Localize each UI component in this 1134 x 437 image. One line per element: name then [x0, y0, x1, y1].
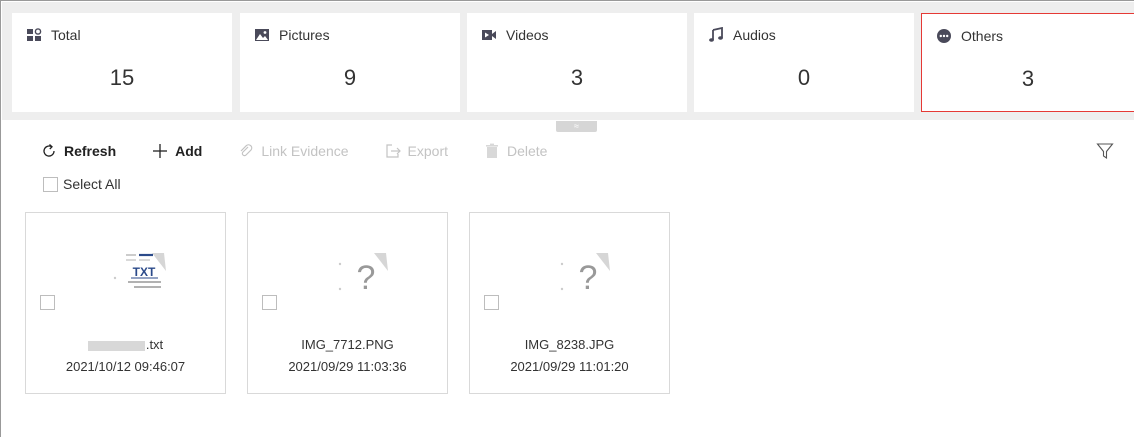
- refresh-icon: [43, 144, 55, 157]
- stat-label: Audios: [733, 27, 776, 43]
- stat-card-pictures[interactable]: Pictures 9: [240, 13, 460, 112]
- delete-button[interactable]: Delete: [484, 143, 547, 159]
- thumb-text: ?: [579, 259, 598, 297]
- file-card[interactable]: TXT .txt 2021/10/12 09:46:07: [25, 212, 226, 394]
- audios-icon: [709, 27, 723, 42]
- select-all-checkbox[interactable]: [43, 176, 58, 192]
- collapse-toggle[interactable]: ≈: [556, 121, 597, 132]
- stat-label: Total: [51, 27, 81, 43]
- file-name: IMG_7712.PNG: [301, 337, 394, 352]
- link-evidence-label: Link Evidence: [261, 143, 349, 159]
- unknown-file-icon: ?: [338, 253, 388, 297]
- redacted-block: [87, 340, 145, 351]
- stat-label: Videos: [506, 27, 549, 43]
- filter-icon[interactable]: [1096, 142, 1114, 160]
- file-card[interactable]: ? IMG_7712.PNG 2021/09/29 11:03:36: [247, 212, 448, 394]
- export-label: Export: [407, 143, 448, 159]
- delete-label: Delete: [507, 143, 548, 159]
- link-icon: [240, 144, 253, 157]
- thumb-text: TXT: [133, 265, 156, 279]
- file-date: 2021/10/12 09:46:07: [65, 359, 186, 374]
- stat-card-total[interactable]: Total 15: [12, 13, 232, 112]
- trash-icon: [486, 143, 498, 158]
- file-checkbox[interactable]: [262, 295, 277, 310]
- unknown-file-icon: ?: [560, 253, 610, 297]
- stat-label: Others: [961, 28, 1004, 44]
- select-all[interactable]: Select All: [43, 176, 121, 192]
- export-icon: [385, 144, 401, 158]
- total-icon: [27, 28, 42, 41]
- stat-value: 9: [343, 65, 357, 90]
- file-name: IMG_8238.JPG: [524, 337, 615, 352]
- file-checkbox[interactable]: [484, 295, 499, 310]
- page-frame: Total 15 Pictures 9 Videos 3 Audios 0 Ot…: [0, 0, 1134, 437]
- stat-value: 0: [797, 65, 811, 90]
- videos-icon: [482, 30, 496, 40]
- refresh-label: Refresh: [64, 143, 117, 159]
- stats-bar: Total 15 Pictures 9 Videos 3 Audios 0 Ot…: [2, 2, 1134, 120]
- txt-file-icon: TXT: [113, 253, 166, 288]
- thumb-text: ?: [357, 259, 376, 297]
- file-card[interactable]: ? IMG_8238.JPG 2021/09/29 11:01:20: [469, 212, 670, 394]
- stat-value: 3: [570, 65, 584, 90]
- stat-value: 3: [1021, 66, 1035, 91]
- file-date: 2021/09/29 11:01:20: [510, 359, 629, 374]
- add-label: Add: [175, 143, 203, 159]
- file-name: .txt: [26, 337, 225, 352]
- link-evidence-button[interactable]: Link Evidence: [238, 143, 349, 159]
- stat-card-audios[interactable]: Audios 0: [694, 13, 914, 112]
- refresh-button[interactable]: Refresh: [41, 143, 116, 159]
- add-button[interactable]: Add: [152, 143, 202, 159]
- stat-card-others[interactable]: Others 3: [921, 13, 1134, 112]
- pictures-icon: [255, 29, 269, 41]
- others-icon: [937, 29, 951, 43]
- stat-value: 15: [109, 65, 135, 90]
- select-all-label: Select All: [63, 176, 121, 192]
- file-date: 2021/09/29 11:03:36: [288, 359, 407, 374]
- toolbar: Refresh Add Link Evidence Export Delete: [41, 140, 583, 162]
- plus-icon: [153, 144, 168, 158]
- file-name-text: .txt: [145, 337, 164, 352]
- stat-label: Pictures: [279, 27, 330, 43]
- stat-card-videos[interactable]: Videos 3: [467, 13, 687, 112]
- file-checkbox[interactable]: [40, 295, 55, 310]
- export-button[interactable]: Export: [385, 143, 448, 159]
